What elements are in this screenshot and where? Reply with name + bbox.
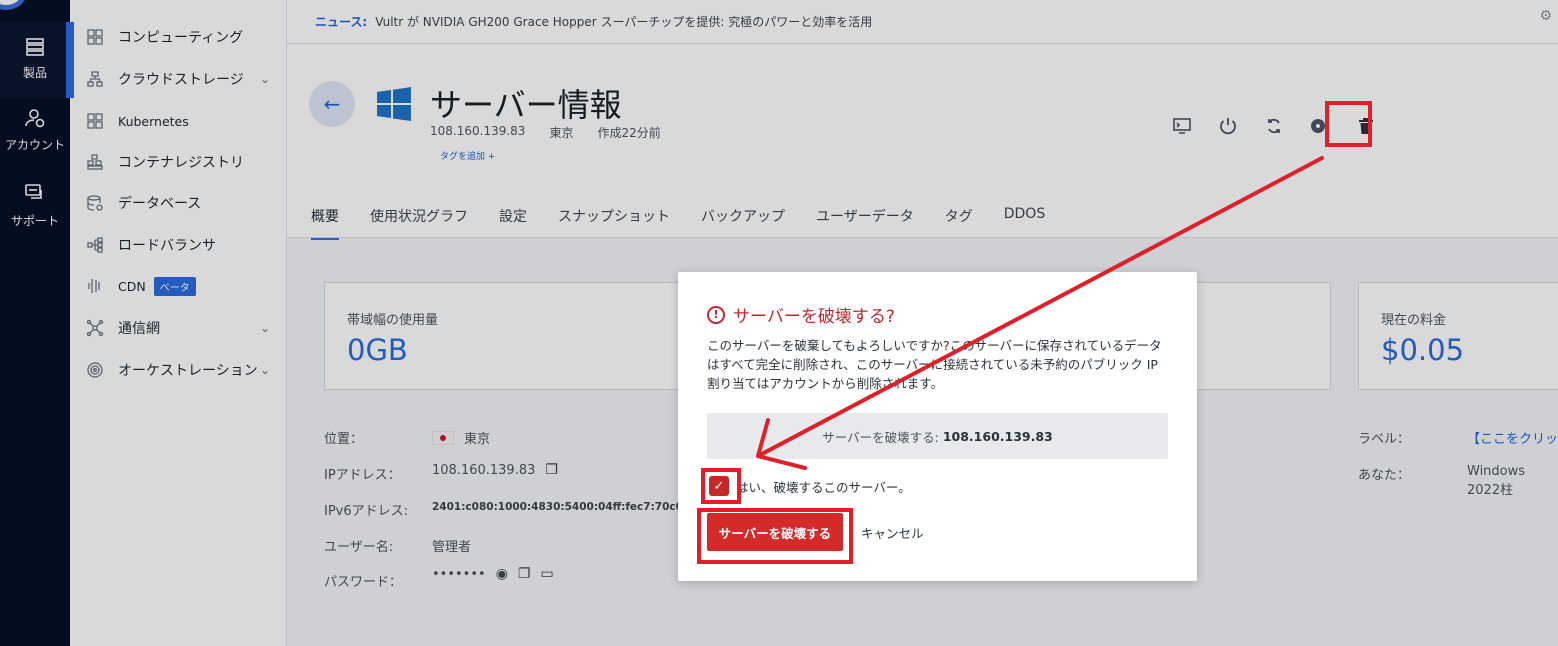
annotation-box-destroy-button <box>697 508 853 564</box>
dialog-message: このサーバーを破棄してもよろしいですか?このサーバーに保存されているデータはすべ… <box>707 338 1162 391</box>
cancel-button[interactable]: キャンセル <box>861 523 924 542</box>
dialog-title-text: サーバーを破壊する? <box>733 307 895 327</box>
confirm-ip: 108.160.139.83 <box>942 428 1053 444</box>
confirm-field: サーバーを破壊する: 108.160.139.83 <box>707 413 1168 459</box>
annotation-box-checkbox <box>701 468 741 504</box>
warning-icon: ! <box>707 305 725 324</box>
annotation-box-trash <box>1325 101 1372 147</box>
confirm-prefix: サーバーを破壊する: <box>822 429 939 445</box>
confirm-checkbox-label[interactable]: はい、破壊するこのサーバー。 <box>736 477 911 496</box>
dialog-title: ! サーバーを破壊する? <box>707 302 895 327</box>
